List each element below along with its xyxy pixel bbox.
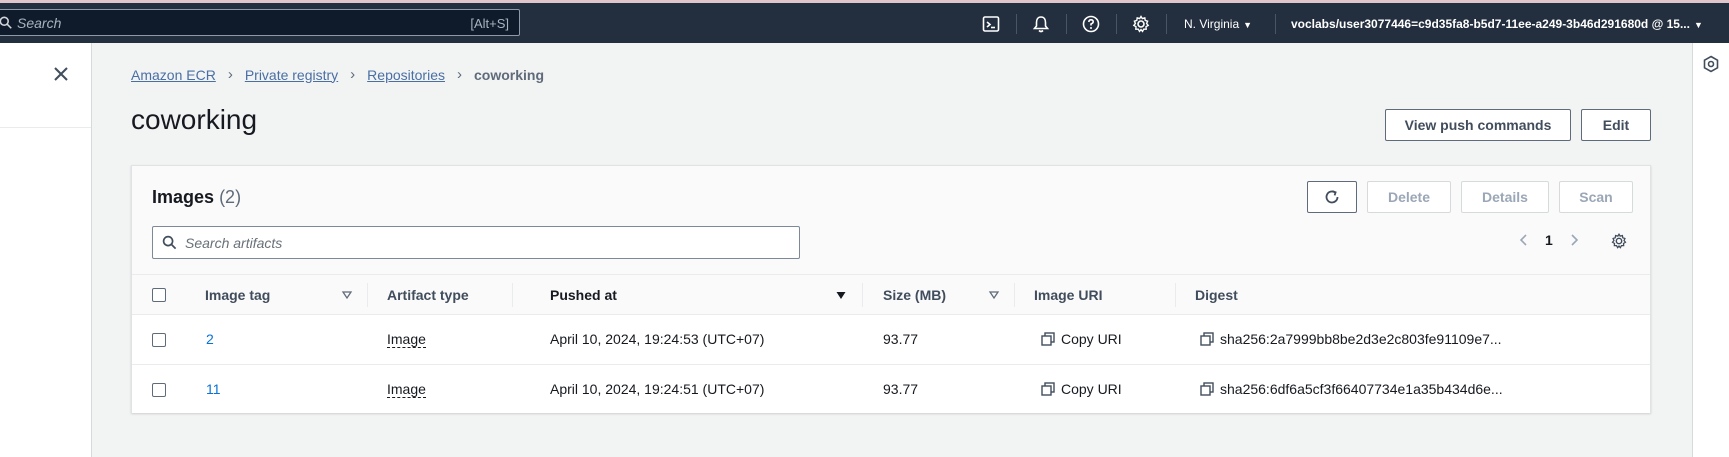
search-placeholder: Search bbox=[17, 15, 62, 31]
refresh-icon bbox=[1325, 190, 1339, 204]
pushed-at: April 10, 2024, 19:24:53 (UTC+07) bbox=[550, 331, 765, 347]
top-navigation-bar: Search [Alt+S] N. Virginia ▼ voclabs/user… bbox=[0, 0, 1729, 43]
settings-gear-icon[interactable] bbox=[1131, 14, 1151, 34]
image-tag-link[interactable]: 11 bbox=[206, 381, 221, 397]
view-push-commands-button[interactable]: View push commands bbox=[1385, 109, 1571, 141]
tools-rail bbox=[1692, 43, 1729, 457]
breadcrumb-repositories[interactable]: Repositories bbox=[367, 67, 445, 83]
row-checkbox[interactable] bbox=[152, 333, 166, 347]
chevron-right-icon: › bbox=[227, 66, 233, 83]
divider bbox=[0, 127, 91, 128]
chevron-left-icon[interactable] bbox=[1517, 233, 1531, 247]
page-number[interactable]: 1 bbox=[1545, 232, 1553, 248]
digest-value: sha256:6df6a5cf3f66407734e1a35b434d6e... bbox=[1220, 381, 1503, 397]
column-image-tag[interactable]: Image tag bbox=[205, 287, 270, 303]
cloudshell-icon[interactable] bbox=[981, 14, 1001, 34]
info-panel-icon[interactable] bbox=[1702, 55, 1720, 73]
table-header: Image tag Artifact type Pushed at Size (… bbox=[132, 275, 1650, 315]
column-divider bbox=[367, 283, 368, 307]
divider bbox=[1275, 14, 1276, 34]
digest-value: sha256:2a7999bb8be2d3e2c803fe91109e7... bbox=[1220, 331, 1502, 347]
table-row[interactable]: 2 Image April 10, 2024, 19:24:53 (UTC+07… bbox=[132, 315, 1650, 365]
column-size[interactable]: Size (MB) bbox=[883, 287, 946, 303]
table-row[interactable]: 11 Image April 10, 2024, 19:24:51 (UTC+0… bbox=[132, 365, 1650, 415]
select-all-checkbox[interactable] bbox=[152, 288, 166, 302]
close-icon[interactable] bbox=[52, 65, 70, 83]
delete-button[interactable]: Delete bbox=[1367, 181, 1451, 213]
refresh-button[interactable] bbox=[1307, 181, 1357, 213]
copy-uri-label: Copy URI bbox=[1061, 331, 1122, 347]
pushed-at: April 10, 2024, 19:24:51 (UTC+07) bbox=[550, 381, 765, 397]
edit-button[interactable]: Edit bbox=[1581, 109, 1651, 141]
chevron-right-icon[interactable] bbox=[1567, 233, 1581, 247]
global-search-input[interactable]: Search [Alt+S] bbox=[0, 9, 520, 36]
sort-descending-icon[interactable] bbox=[835, 289, 847, 301]
chevron-right-icon: › bbox=[350, 66, 356, 83]
account-menu[interactable]: voclabs/user3077446=c9d35fa8-b5d7-11ee-a… bbox=[1291, 17, 1703, 31]
images-panel: Images (2) Delete Details Scan Search ar… bbox=[131, 165, 1651, 413]
column-divider bbox=[862, 283, 863, 307]
sort-icon[interactable] bbox=[341, 289, 353, 301]
breadcrumb: Amazon ECR › Private registry › Reposito… bbox=[131, 66, 544, 83]
sort-icon[interactable] bbox=[988, 289, 1000, 301]
copy-icon bbox=[1041, 332, 1055, 346]
column-image-uri: Image URI bbox=[1034, 287, 1103, 303]
image-tag-link[interactable]: 2 bbox=[206, 331, 214, 347]
copy-digest-button[interactable]: sha256:2a7999bb8be2d3e2c803fe91109e7... bbox=[1200, 331, 1502, 347]
breadcrumb-private-registry[interactable]: Private registry bbox=[245, 67, 338, 83]
column-divider bbox=[512, 283, 513, 307]
copy-icon bbox=[1200, 382, 1214, 396]
copy-icon bbox=[1041, 382, 1055, 396]
divider bbox=[1066, 14, 1067, 34]
search-artifacts-placeholder: Search artifacts bbox=[185, 235, 283, 251]
region-label: N. Virginia bbox=[1184, 17, 1240, 31]
search-icon bbox=[0, 16, 12, 29]
chevron-right-icon: › bbox=[457, 66, 462, 83]
search-artifacts-input[interactable]: Search artifacts bbox=[152, 226, 800, 259]
divider bbox=[1116, 14, 1117, 34]
artifact-type[interactable]: Image bbox=[387, 331, 426, 348]
size: 93.77 bbox=[883, 331, 919, 347]
table-preferences-gear-icon[interactable] bbox=[1610, 232, 1628, 250]
page-title: coworking bbox=[131, 104, 258, 135]
images-title-text: Images bbox=[152, 187, 215, 207]
details-button[interactable]: Details bbox=[1461, 181, 1549, 213]
copy-uri-button[interactable]: Copy URI bbox=[1041, 381, 1122, 397]
divider bbox=[1016, 14, 1017, 34]
caret-down-icon: ▼ bbox=[1693, 20, 1703, 30]
bell-icon[interactable] bbox=[1031, 14, 1051, 34]
region-selector[interactable]: N. Virginia ▼ bbox=[1184, 17, 1252, 31]
scan-button[interactable]: Scan bbox=[1559, 181, 1633, 213]
copy-uri-label: Copy URI bbox=[1061, 381, 1122, 397]
images-count: (2) bbox=[219, 187, 242, 207]
column-pushed-at[interactable]: Pushed at bbox=[550, 287, 617, 303]
column-artifact-type: Artifact type bbox=[387, 287, 469, 303]
help-icon[interactable] bbox=[1081, 14, 1101, 34]
column-divider bbox=[1014, 283, 1015, 307]
breadcrumb-current: coworking bbox=[474, 66, 545, 83]
artifact-type[interactable]: Image bbox=[387, 381, 426, 398]
size: 93.77 bbox=[883, 381, 919, 397]
breadcrumb-amazon-ecr[interactable]: Amazon ECR bbox=[131, 67, 216, 83]
search-shortcut: [Alt+S] bbox=[470, 16, 509, 31]
copy-icon bbox=[1200, 332, 1214, 346]
search-icon bbox=[162, 235, 177, 250]
images-panel-title: Images (2) bbox=[152, 187, 241, 208]
side-navigation-panel bbox=[0, 43, 92, 457]
pagination: 1 bbox=[1517, 232, 1581, 248]
account-label: voclabs/user3077446=c9d35fa8-b5d7-11ee-a… bbox=[1291, 17, 1690, 31]
images-table: Image tag Artifact type Pushed at Size (… bbox=[132, 274, 1650, 413]
column-divider bbox=[1175, 283, 1176, 307]
column-digest: Digest bbox=[1195, 287, 1238, 303]
divider bbox=[1166, 14, 1167, 34]
copy-digest-button[interactable]: sha256:6df6a5cf3f66407734e1a35b434d6e... bbox=[1200, 381, 1503, 397]
caret-down-icon: ▼ bbox=[1243, 20, 1253, 30]
copy-uri-button[interactable]: Copy URI bbox=[1041, 331, 1122, 347]
row-checkbox[interactable] bbox=[152, 383, 166, 397]
